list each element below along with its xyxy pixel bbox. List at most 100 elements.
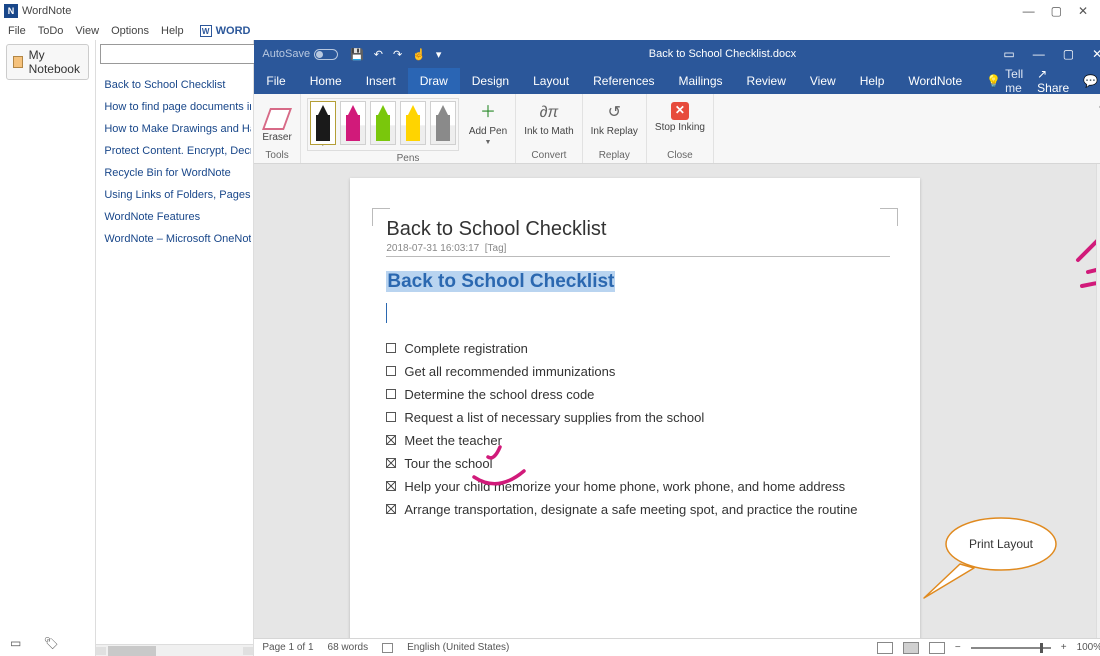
- word-launch[interactable]: W WORD: [200, 25, 251, 37]
- zoom-level[interactable]: 100%: [1077, 642, 1100, 653]
- checkbox-icon: [386, 366, 396, 376]
- checkbox-icon: [386, 389, 396, 399]
- tab-insert[interactable]: Insert: [354, 68, 408, 94]
- qat-save-button[interactable]: 💾: [350, 48, 364, 61]
- ribbon-display-options-button[interactable]: ▭: [1003, 47, 1014, 61]
- status-page[interactable]: Page 1 of 1: [262, 642, 313, 653]
- pen-yellow[interactable]: [400, 101, 426, 145]
- tell-me-button[interactable]: 💡 Tell me: [986, 67, 1023, 95]
- page[interactable]: Back to School Checklist 2018-07-31 16:0…: [350, 178, 920, 638]
- list-item[interactable]: How to Make Drawings and Handwriting: [102, 118, 251, 140]
- list-item[interactable]: Recycle Bin for WordNote: [102, 162, 251, 184]
- math-icon: ∂π: [538, 102, 560, 124]
- list-item[interactable]: WordNote – Microsoft OneNote Alternative: [102, 228, 251, 250]
- page-icon[interactable]: ▭: [10, 636, 21, 650]
- collapse-ribbon-button[interactable]: ˄: [1094, 94, 1100, 163]
- tab-design[interactable]: Design: [460, 68, 521, 94]
- document-heading[interactable]: Back to School Checklist: [386, 271, 615, 292]
- checklist-item[interactable]: Tour the school: [386, 456, 890, 471]
- group-label-close: Close: [667, 148, 693, 163]
- pen-green[interactable]: [370, 101, 396, 145]
- checklist: Complete registration Get all recommende…: [386, 341, 890, 517]
- vertical-scrollbar[interactable]: ▴ ▾: [1096, 164, 1100, 638]
- qat-touch-button[interactable]: ☝: [412, 48, 426, 61]
- tab-file[interactable]: File: [254, 68, 297, 94]
- pen-pink[interactable]: [340, 101, 366, 145]
- page-title: Back to School Checklist: [386, 218, 890, 241]
- wordnote-title-bar: N WordNote — ▢ ✕: [0, 0, 1100, 22]
- checklist-item[interactable]: Complete registration: [386, 341, 890, 356]
- tab-view[interactable]: View: [798, 68, 848, 94]
- qat-undo-button[interactable]: ↶: [374, 48, 383, 61]
- tab-wordnote[interactable]: WordNote: [896, 68, 974, 94]
- tab-mailings[interactable]: Mailings: [667, 68, 735, 94]
- word-tabs: File Home Insert Draw Design Layout Refe…: [254, 68, 1100, 94]
- menu-file[interactable]: File: [8, 25, 26, 37]
- status-words[interactable]: 68 words: [328, 642, 369, 653]
- checklist-item[interactable]: Request a list of necessary supplies fro…: [386, 410, 890, 425]
- group-label-replay: Replay: [599, 148, 630, 163]
- group-label-convert: Convert: [531, 148, 566, 163]
- qat-redo-button[interactable]: ↷: [393, 48, 402, 61]
- tab-references[interactable]: References: [581, 68, 666, 94]
- checkbox-icon: [386, 343, 396, 353]
- window-close-button[interactable]: ✕: [1078, 4, 1088, 18]
- view-print-layout-button[interactable]: [903, 642, 919, 654]
- word-minimize-button[interactable]: —: [1033, 47, 1045, 61]
- tab-layout[interactable]: Layout: [521, 68, 581, 94]
- window-maximize-button[interactable]: ▢: [1051, 4, 1062, 18]
- word-close-button[interactable]: ✕: [1092, 47, 1100, 61]
- spellcheck-icon[interactable]: [382, 643, 393, 653]
- checklist-item[interactable]: Meet the teacher: [386, 433, 890, 448]
- comments-button[interactable]: 💬: [1083, 74, 1098, 88]
- list-item[interactable]: WordNote Features: [102, 206, 251, 228]
- list-item[interactable]: Using Links of Folders, Pages, and Parag…: [102, 184, 251, 206]
- group-label-tools: Tools: [265, 148, 288, 163]
- list-item[interactable]: Protect Content. Encrypt, Decrypt, W: [102, 140, 251, 162]
- menu-todo[interactable]: ToDo: [38, 25, 64, 37]
- zoom-in-button[interactable]: +: [1061, 642, 1067, 653]
- pen-gray[interactable]: [430, 101, 456, 145]
- view-web-layout-button[interactable]: [929, 642, 945, 654]
- page-list: Back to School Checklist How to find pag…: [96, 68, 253, 252]
- add-pen-button[interactable]: ＋ Add Pen ▼: [467, 98, 509, 147]
- notebook-selector[interactable]: My Notebook: [6, 44, 89, 80]
- divider: [386, 256, 890, 257]
- zoom-out-button[interactable]: −: [955, 642, 961, 653]
- ink-replay-button[interactable]: ↺ Ink Replay: [589, 98, 640, 137]
- tag-icon[interactable]: 🏷: [43, 636, 58, 650]
- view-read-mode-button[interactable]: [877, 642, 893, 654]
- checkbox-checked-icon: [386, 504, 396, 514]
- status-language[interactable]: English (United States): [407, 642, 509, 653]
- list-item[interactable]: How to find page documents in WordNote: [102, 96, 251, 118]
- share-button[interactable]: ↗ Share: [1037, 67, 1069, 95]
- checklist-item[interactable]: Get all recommended immunizations: [386, 364, 890, 379]
- zoom-slider[interactable]: [971, 647, 1051, 649]
- stop-inking-button[interactable]: ✕ Stop Inking: [653, 98, 707, 133]
- word-maximize-button[interactable]: ▢: [1063, 47, 1074, 61]
- replay-icon: ↺: [603, 102, 625, 124]
- document-canvas[interactable]: Back to School Checklist 2018-07-31 16:0…: [254, 164, 1100, 638]
- pen-black[interactable]: [310, 101, 336, 145]
- window-minimize-button[interactable]: —: [1023, 4, 1035, 18]
- tab-review[interactable]: Review: [735, 68, 798, 94]
- autosave-switch-icon: [314, 49, 338, 60]
- tab-draw[interactable]: Draw: [408, 68, 460, 94]
- horizontal-scrollbar[interactable]: [96, 644, 253, 656]
- list-item[interactable]: Back to School Checklist: [102, 74, 251, 96]
- autosave-toggle[interactable]: AutoSave: [262, 48, 338, 60]
- menu-view[interactable]: View: [75, 25, 99, 37]
- margin-marker-icon: [880, 208, 898, 226]
- checklist-item[interactable]: Determine the school dress code: [386, 387, 890, 402]
- checklist-item[interactable]: Arrange transportation, designate a safe…: [386, 502, 890, 517]
- tab-help[interactable]: Help: [848, 68, 897, 94]
- word-app: AutoSave 💾 ↶ ↷ ☝ ▾ Back to School Checkl…: [254, 40, 1100, 656]
- ink-to-math-button[interactable]: ∂π Ink to Math: [522, 98, 575, 137]
- qat-more-button[interactable]: ▾: [436, 48, 442, 61]
- eraser-button[interactable]: Eraser: [260, 98, 293, 143]
- tab-home[interactable]: Home: [298, 68, 354, 94]
- menu-help[interactable]: Help: [161, 25, 184, 37]
- checklist-item[interactable]: Help your child memorize your home phone…: [386, 479, 890, 494]
- menu-options[interactable]: Options: [111, 25, 149, 37]
- pen-tip-icon: [318, 105, 328, 115]
